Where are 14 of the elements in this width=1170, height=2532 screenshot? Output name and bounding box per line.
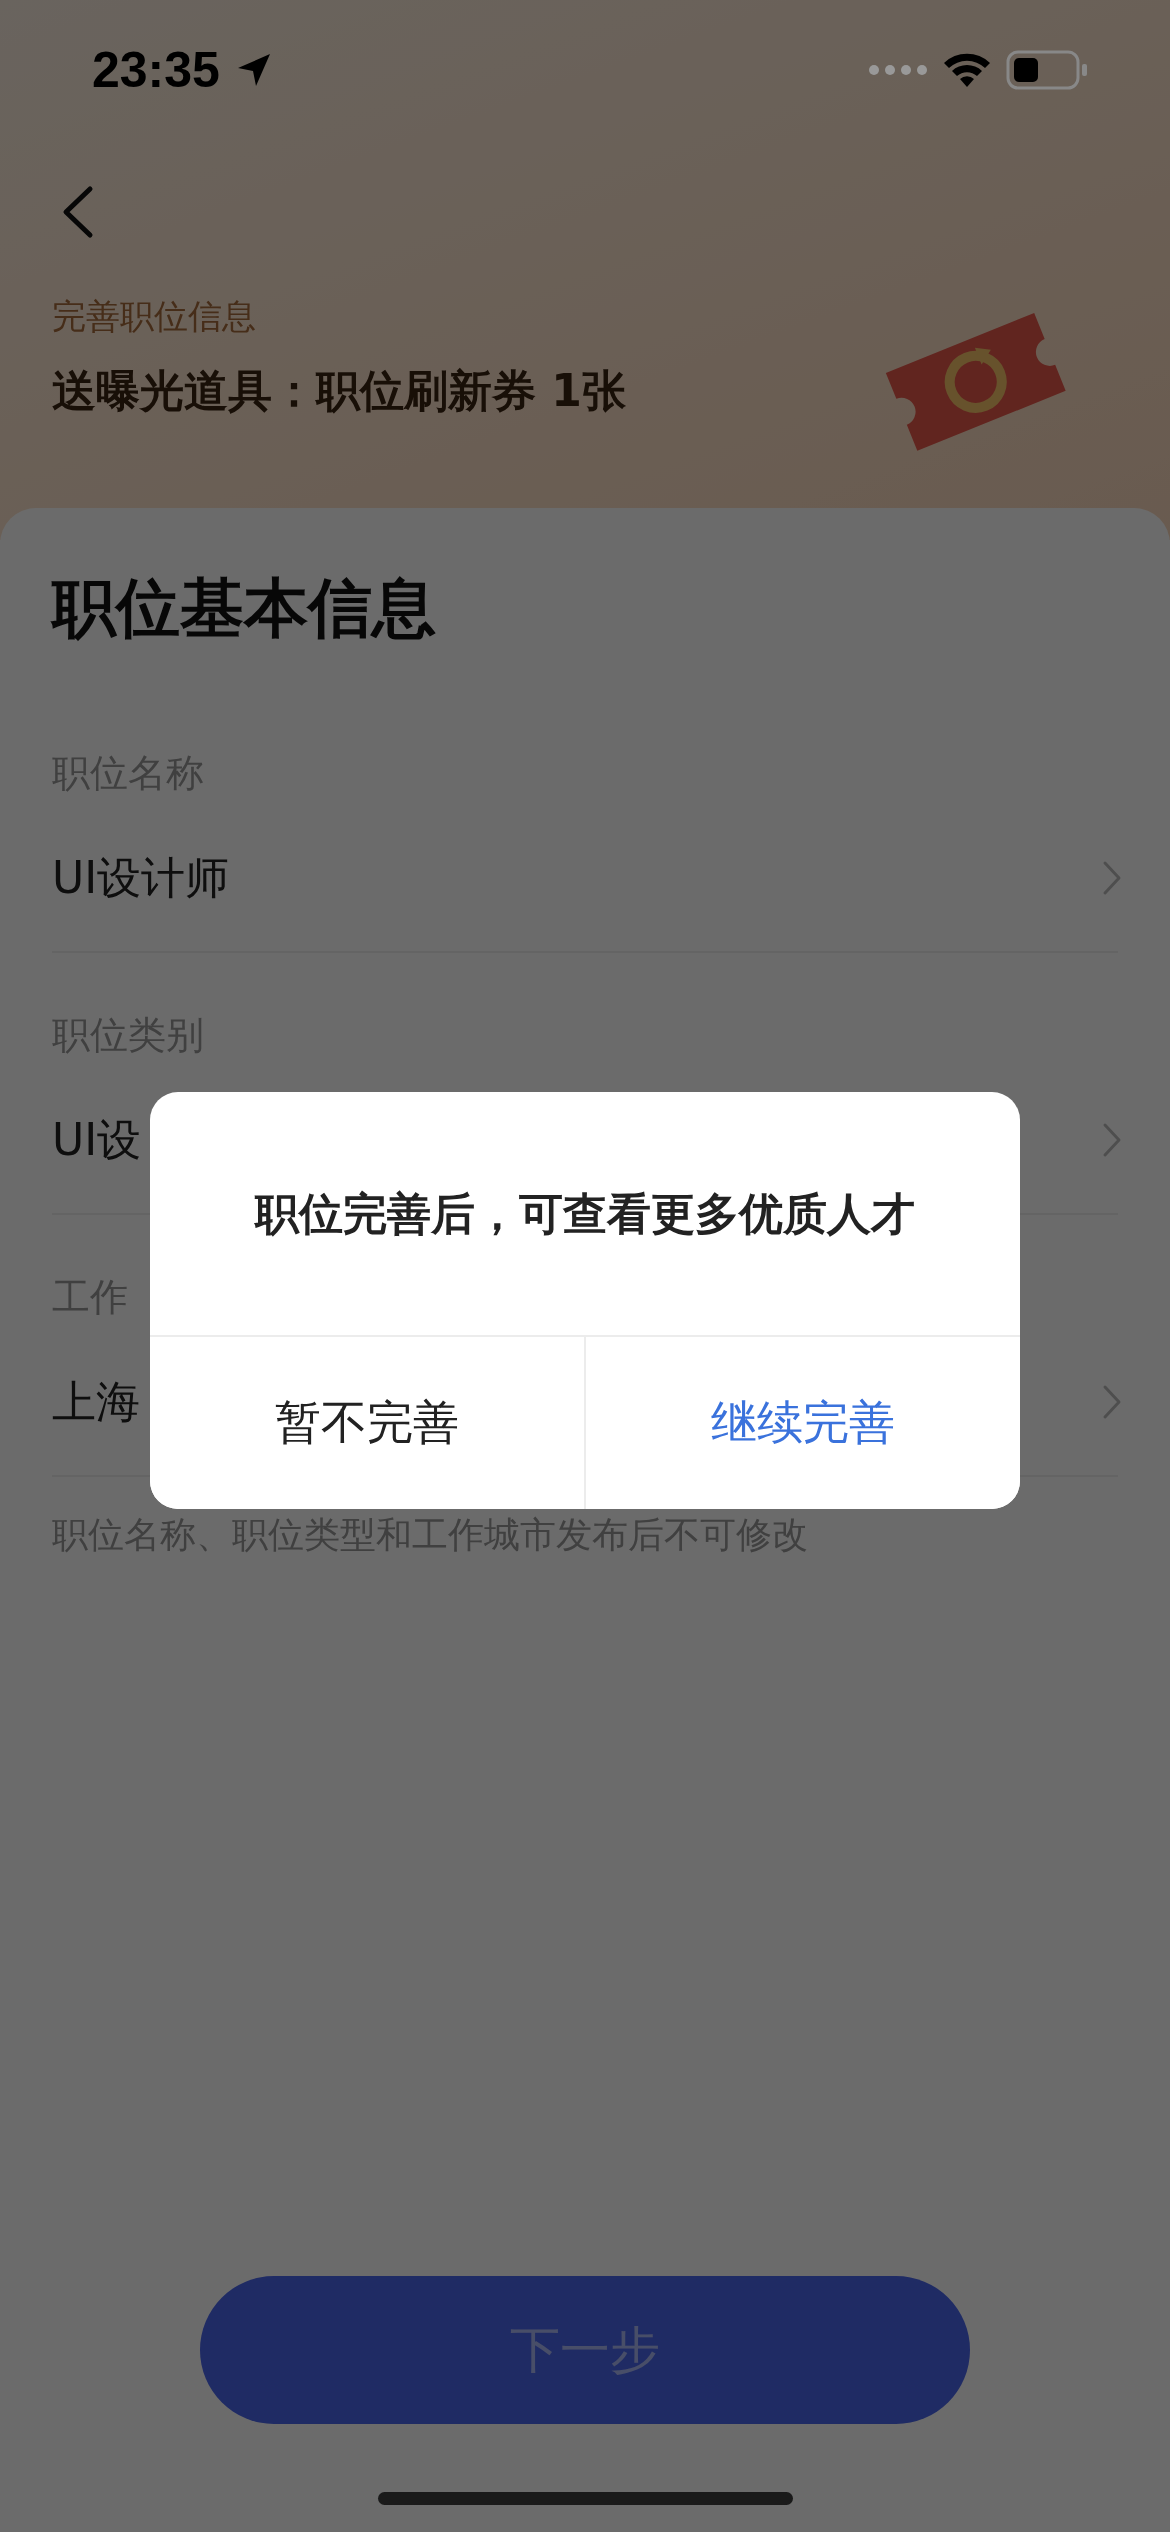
- chevron-right-icon[interactable]: [1102, 860, 1122, 896]
- section-title: 职位基本信息: [52, 570, 437, 647]
- wifi-icon: [942, 51, 992, 89]
- status-time: 23:35: [92, 41, 220, 99]
- chevron-right-icon[interactable]: [1102, 1384, 1122, 1420]
- field-value[interactable]: 上海: [52, 1372, 140, 1432]
- field-value[interactable]: UI设计师: [52, 848, 230, 908]
- reward-text: 送曝光道具：职位刷新券 1张: [52, 364, 627, 418]
- header-subtitle: 完善职位信息: [52, 295, 257, 338]
- chevron-right-icon[interactable]: [1102, 1122, 1122, 1158]
- continue-button[interactable]: 继续完善: [584, 1337, 1020, 1509]
- field-value[interactable]: UI设: [52, 1110, 142, 1170]
- signal-icon: [868, 63, 928, 77]
- battery-icon: [1006, 50, 1088, 90]
